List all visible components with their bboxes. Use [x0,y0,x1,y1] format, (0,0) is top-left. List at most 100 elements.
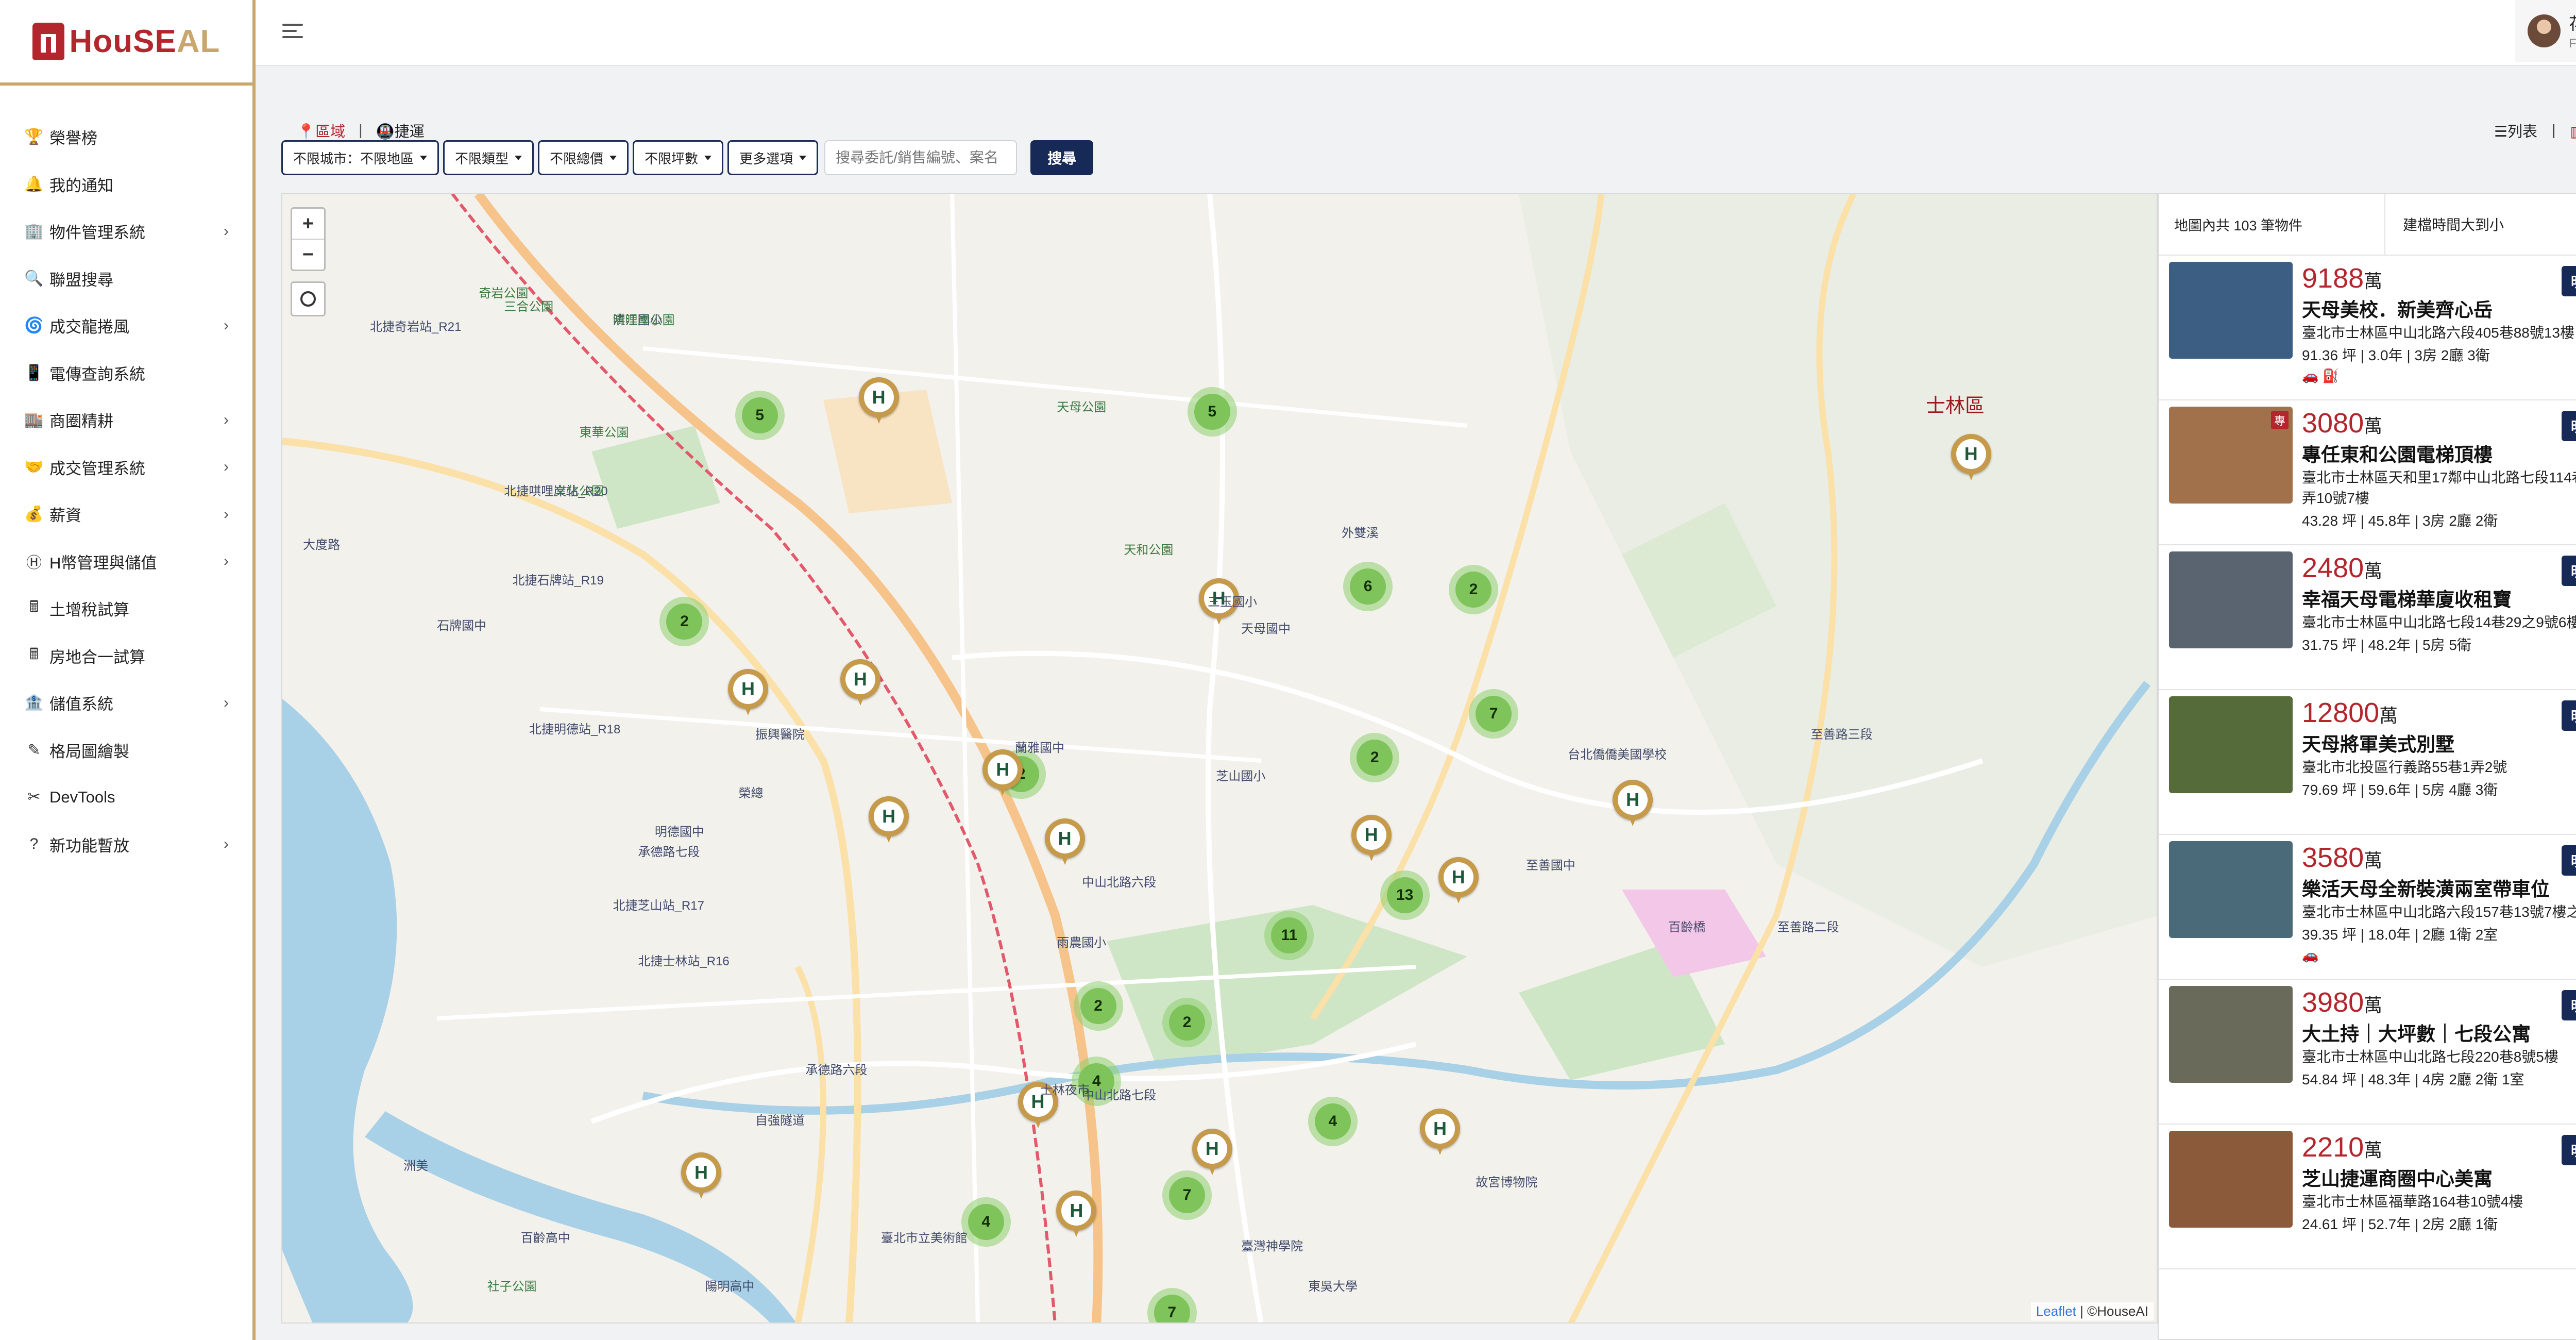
tab-region[interactable]: 📍區域 [297,120,345,141]
listing-photo[interactable] [2169,986,2293,1083]
search-button[interactable]: 搜尋 [1030,140,1094,175]
property-pin-icon[interactable]: H [1438,857,1479,907]
property-pin-icon[interactable]: H [727,669,768,718]
user-profile[interactable]: 花至賢 Founder [2515,0,2576,62]
listing-address: 臺北市北投區行義路55巷1弄2號 [2302,759,2507,775]
type-filter-dropdown[interactable]: 不限類型 [443,140,534,175]
listing-photo[interactable] [2169,696,2293,793]
sidebar-item-12[interactable]: 🏦 儲值系統 › [0,679,252,727]
listing-photo[interactable] [2169,1131,2293,1228]
listing-card[interactable]: 2480萬 幸福天母電梯華廈收租寶 臺北市士林區中山北路七段14巷29之9號6樓 31… [2159,545,2576,690]
map-cluster[interactable]: 7 [1469,689,1519,739]
map-cluster[interactable]: 13 [1380,870,1430,920]
sidebar-item-14[interactable]: ✂ DevTools [0,774,252,821]
zoom-in-button[interactable]: + [292,209,324,240]
listing-title: 幸福天母電梯華廈收租寶 [2302,589,2512,610]
detail-button[interactable]: 明細 [2562,990,2576,1020]
calculator-icon: 🖩 [29,598,39,616]
property-pin-icon[interactable]: H [1951,434,1991,483]
hamburger-menu-icon[interactable] [282,20,303,42]
detail-button[interactable]: 明細 [2562,266,2576,296]
listing-address: 臺北市士林區天和里17鄰中山北路七段114巷51弄10號7樓 [2302,470,2576,506]
property-pin-icon[interactable]: H [840,659,880,709]
detail-button[interactable]: 明細 [2562,556,2576,586]
map-view[interactable]: + − 52526227131122447427 HHHHHHHHHHHHHHH… [281,193,2158,1324]
map-view-button[interactable]: ▥地圖 [2570,120,2576,141]
map-cluster[interactable]: 2 [1350,732,1400,782]
cluster-count: 2 [1357,739,1393,776]
city-filter-dropdown[interactable]: 不限城市：不限地區 [281,140,439,175]
search-input[interactable] [824,140,1018,175]
detail-button[interactable]: 明細 [2562,700,2576,731]
detail-button[interactable]: 明細 [2562,1135,2576,1165]
sidebar-item-11[interactable]: 🖩 房地合一試算 [0,632,252,680]
property-pin-icon[interactable]: H [681,1152,721,1202]
sidebar-item-4[interactable]: 🌀 成交龍捲風 › [0,302,252,349]
property-pin-icon[interactable]: H [1044,818,1085,868]
property-pin-icon[interactable]: H [1419,1108,1460,1158]
sidebar-item-9[interactable]: Ⓗ H幣管理與儲值 › [0,538,252,585]
map-cluster[interactable]: 4 [1308,1097,1358,1147]
listing-card[interactable]: 3580萬 樂活天母全新裝潢兩室帶車位 臺北市士林區中山北路六段157巷13號7樓之… [2159,835,2576,980]
listing-photo[interactable] [2169,262,2293,359]
property-pin-icon[interactable]: H [858,377,899,427]
sort-dropdown[interactable]: 建檔時間大到小 [2385,194,2576,255]
cluster-count: 4 [968,1204,1004,1241]
sidebar-item-0[interactable]: 🏆 榮譽榜 [0,113,252,161]
listing-card[interactable]: 3980萬 大土持｜大坪數｜七段公寓 臺北市士林區中山北路七段220巷8號5樓 54.… [2159,980,2576,1125]
sidebar-item-label: 聯盟搜尋 [49,271,113,289]
map-place-label: 天和公園 [1124,543,1174,558]
property-pin-icon[interactable]: H [982,749,1023,799]
price-filter-dropdown[interactable]: 不限總價 [538,140,629,175]
listing-card[interactable]: 12800萬 天母將軍美式別墅 臺北市北投區行義路55巷1弄2號 79.69 坪 | … [2159,690,2576,835]
sidebar-item-5[interactable]: 📱 電傳查詢系統 [0,349,252,397]
sidebar-item-2[interactable]: 🏢 物件管理系統 › [0,208,252,255]
leaflet-link[interactable]: Leaflet [2036,1303,2076,1319]
avatar [2528,14,2561,47]
more-options-dropdown[interactable]: 更多選項 [727,140,819,175]
map-place-label: 北捷石牌站_R19 [512,573,604,588]
sidebar-item-8[interactable]: 💰 薪資 › [0,491,252,538]
sidebar: HouSEAL 🏆 榮譽榜 🔔 我的通知 🏢 物件管理系統 › 🔍 聯盟搜尋 🌀 成交龍捲風 › 📱 電傳… [0,0,256,1340]
map-cluster[interactable]: 2 [1449,565,1499,615]
locate-me-icon[interactable] [291,281,326,316]
listing-title: 大土持｜大坪數｜七段公寓 [2302,1024,2531,1045]
list-view-button[interactable]: ☰列表 [2494,120,2537,141]
map-cluster[interactable]: 2 [1073,981,1123,1031]
map-cluster[interactable]: 2 [659,597,709,647]
map-cluster[interactable]: 5 [735,390,785,440]
tab-mrt[interactable]: 🚇捷運 [376,120,425,141]
sidebar-item-10[interactable]: 🖩 土增稅試算 [0,585,252,632]
listing-price: 2210萬 [2302,1132,2383,1163]
listing-photo[interactable] [2169,551,2293,648]
sidebar-item-13[interactable]: ✎ 格局圖繪製 [0,727,252,774]
sidebar-item-7[interactable]: 🤝 成交管理系統 › [0,444,252,491]
listing-card[interactable]: 專 3080萬 專任東和公園電梯頂樓 臺北市士林區天和里17鄰中山北路七段114巷51… [2159,400,2576,545]
listing-photo[interactable] [2169,841,2293,938]
detail-button[interactable]: 明細 [2562,411,2576,441]
sidebar-item-15[interactable]: ? 新功能暫放 › [0,821,252,868]
sidebar-item-label: H幣管理與儲值 [49,554,157,572]
detail-button[interactable]: 明細 [2562,845,2576,876]
listing-price: 12800萬 [2302,697,2398,728]
sidebar-item-3[interactable]: 🔍 聯盟搜尋 [0,255,252,303]
area-filter-dropdown[interactable]: 不限坪數 [633,140,724,175]
map-cluster[interactable]: 2 [1162,998,1212,1048]
map-place-label: 天母國中 [1241,622,1291,636]
listing-card[interactable]: 2210萬 芝山捷運商圈中心美寓 臺北市士林區福華路164巷10號4樓 24.61 坪… [2159,1125,2576,1269]
sidebar-item-6[interactable]: 🏬 商圈精耕 › [0,396,252,444]
map-cluster[interactable]: 5 [1187,387,1237,437]
zoom-out-button[interactable]: − [292,240,324,270]
map-cluster[interactable]: 6 [1343,561,1393,611]
listing-card[interactable]: 9188萬 天母美校．新美齊心岳 臺北市士林區中山北路六段405巷88號13樓 91.… [2159,256,2576,400]
logo[interactable]: HouSEAL [0,0,252,86]
property-pin-icon[interactable]: H [1612,779,1653,829]
property-pin-icon[interactable]: H [1351,815,1392,864]
map-cluster[interactable]: 4 [961,1197,1011,1247]
property-pin-icon[interactable]: H [1192,1128,1232,1178]
property-pin-icon[interactable]: H [869,796,909,846]
map-place-label: 中山北路六段 [1082,875,1157,890]
property-pin-icon[interactable]: H [1056,1191,1097,1240]
map-cluster[interactable]: 11 [1264,910,1314,960]
sidebar-item-1[interactable]: 🔔 我的通知 [0,161,252,208]
